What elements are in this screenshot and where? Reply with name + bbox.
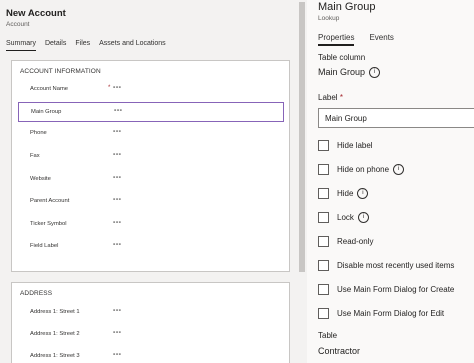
label-heading: Label — [318, 93, 338, 102]
form-entity-name: Account — [6, 21, 30, 28]
field-value: --- — [113, 174, 122, 181]
field-label: Address 1: Street 3 — [30, 353, 80, 359]
pane-title: Main Group — [318, 1, 376, 13]
checkbox-hide-on-phone[interactable]: Hide on phone i — [318, 162, 405, 176]
info-icon[interactable]: i — [369, 67, 381, 79]
section-account-information[interactable]: ACCOUNT INFORMATION Account Name * --- M… — [11, 60, 290, 272]
label-heading-row: Label * — [318, 93, 343, 102]
label-input[interactable] — [318, 108, 474, 128]
field-address-street-1[interactable]: Address 1: Street 1 --- — [18, 303, 284, 323]
field-value: --- — [113, 84, 122, 91]
pane-tab-bar: Properties Events — [318, 33, 409, 46]
field-label: Fax — [30, 153, 40, 159]
field-address-street-3[interactable]: Address 1: Street 3 --- — [18, 347, 284, 363]
checkbox-main-form-dialog-create[interactable]: Use Main Form Dialog for Create — [318, 282, 454, 296]
field-value: --- — [113, 307, 122, 314]
checkbox-box[interactable] — [318, 283, 329, 295]
checkbox-box[interactable] — [318, 163, 329, 175]
pane-subtitle: Lookup — [318, 15, 340, 22]
properties-pane: Main Group Lookup Properties Events Tabl… — [307, 0, 474, 363]
checkbox-box[interactable] — [318, 235, 329, 247]
checkbox-hide[interactable]: Hide i — [318, 186, 369, 200]
checkbox-hide-label[interactable]: Hide label — [318, 138, 373, 152]
scrollbar-thumb[interactable] — [299, 2, 305, 272]
table-column-value: Main Group — [318, 67, 366, 77]
field-value: --- — [113, 151, 122, 158]
field-label: Phone — [30, 130, 47, 136]
checkbox-box[interactable] — [318, 307, 329, 319]
form-tab-summary[interactable]: Summary — [6, 40, 36, 51]
field-address-street-2[interactable]: Address 1: Street 2 --- — [18, 325, 284, 345]
form-tab-assets-and-locations[interactable]: Assets and Locations — [99, 40, 166, 51]
checkbox-lock[interactable]: Lock i — [318, 210, 369, 224]
field-account-name[interactable]: Account Name * --- — [18, 80, 284, 100]
field-ticker-symbol[interactable]: Ticker Symbol --- — [18, 215, 284, 235]
field-fax[interactable]: Fax --- — [18, 147, 284, 167]
field-phone[interactable]: Phone --- — [18, 124, 284, 144]
section-title: ADDRESS — [20, 290, 53, 297]
field-value: --- — [113, 241, 122, 248]
field-value: --- — [113, 329, 122, 336]
field-value: --- — [114, 107, 123, 114]
checkbox-label: Lock — [337, 212, 354, 222]
info-icon[interactable]: i — [357, 211, 369, 223]
table-column-row: Main Group i — [318, 67, 381, 79]
form-canvas: New Account Account Summary Details File… — [0, 0, 297, 363]
checkbox-box[interactable] — [318, 187, 329, 199]
checkbox-label: Use Main Form Dialog for Create — [337, 284, 455, 294]
checkbox-label: Hide on phone — [337, 164, 390, 174]
table-value: Contractor — [318, 346, 361, 356]
form-tab-files[interactable]: Files — [75, 40, 90, 51]
field-parent-account[interactable]: Parent Account --- — [18, 192, 284, 212]
checkbox-disable-mru[interactable]: Disable most recently used items — [318, 258, 454, 272]
field-label: Main Group — [31, 109, 62, 115]
field-field-label[interactable]: Field Label --- — [18, 237, 284, 257]
required-marker: * — [108, 85, 111, 91]
info-icon[interactable]: i — [357, 187, 369, 199]
checkbox-label: Use Main Form Dialog for Edit — [337, 308, 445, 318]
field-label: Website — [30, 176, 51, 182]
field-label: Field Label — [30, 243, 59, 249]
form-title: New Account — [6, 8, 66, 19]
checkbox-box[interactable] — [318, 259, 329, 271]
field-label: Address 1: Street 2 — [30, 331, 80, 337]
field-label: Ticker Symbol — [30, 221, 67, 227]
info-icon[interactable]: i — [393, 163, 405, 175]
form-tab-bar: Summary Details Files Assets and Locatio… — [6, 40, 175, 51]
tab-properties[interactable]: Properties — [318, 33, 355, 46]
checkbox-label: Read-only — [337, 236, 374, 246]
checkbox-read-only[interactable]: Read-only — [318, 234, 373, 248]
section-title: ACCOUNT INFORMATION — [20, 68, 101, 75]
table-column-heading: Table column — [318, 53, 366, 62]
form-tab-details[interactable]: Details — [45, 40, 66, 51]
field-value: --- — [113, 351, 122, 358]
checkbox-label: Disable most recently used items — [337, 260, 455, 270]
field-value: --- — [113, 219, 122, 226]
field-label: Address 1: Street 1 — [30, 309, 80, 315]
tab-events[interactable]: Events — [369, 33, 393, 46]
section-address[interactable]: ADDRESS Address 1: Street 1 --- Address … — [11, 282, 290, 363]
checkbox-main-form-dialog-edit[interactable]: Use Main Form Dialog for Edit — [318, 306, 444, 320]
field-value: --- — [113, 196, 122, 203]
checkbox-box[interactable] — [318, 139, 329, 151]
required-marker: * — [339, 93, 343, 102]
table-heading: Table — [318, 331, 338, 340]
field-label: Parent Account — [30, 198, 70, 204]
checkbox-label: Hide — [337, 188, 354, 198]
field-website[interactable]: Website --- — [18, 170, 284, 190]
checkbox-box[interactable] — [318, 211, 329, 223]
field-value: --- — [113, 128, 122, 135]
field-label: Account Name — [30, 86, 69, 92]
field-main-group[interactable]: Main Group --- — [18, 102, 284, 122]
canvas-scrollbar[interactable] — [297, 0, 307, 363]
checkbox-label: Hide label — [337, 140, 373, 150]
